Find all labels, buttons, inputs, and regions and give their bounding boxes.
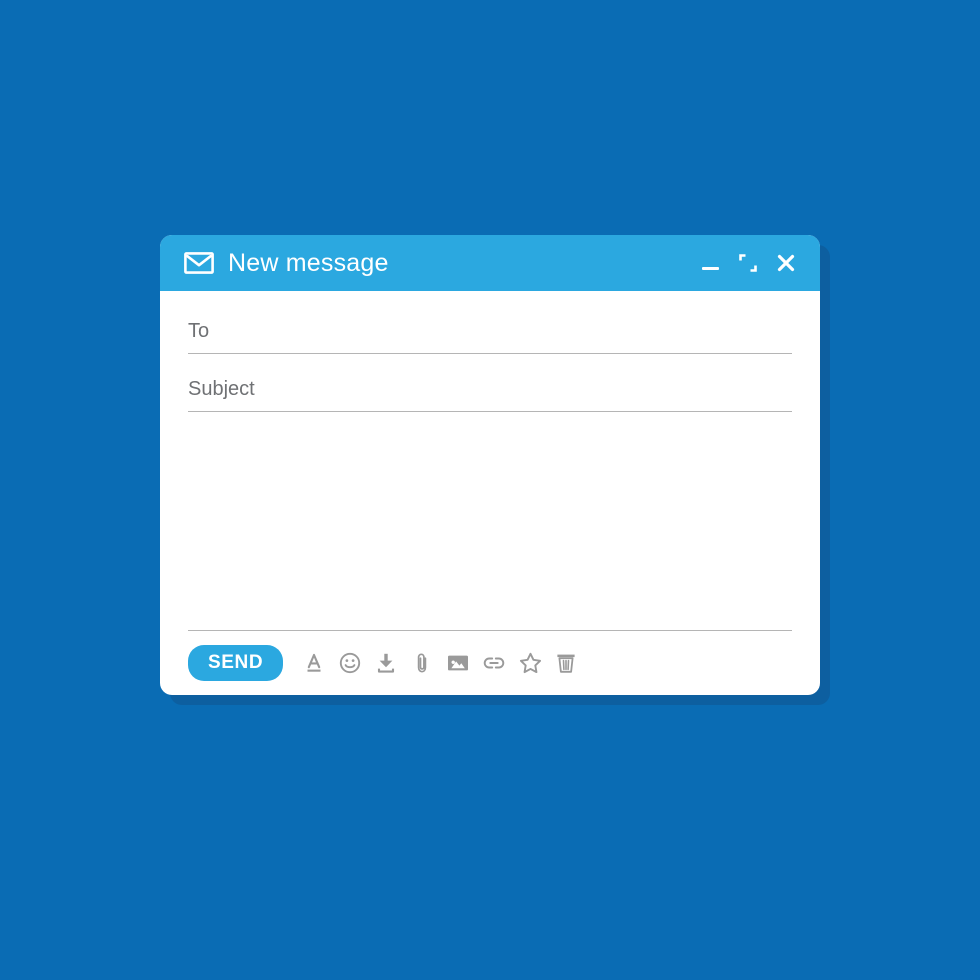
- message-body-input[interactable]: [188, 413, 792, 631]
- maximize-button[interactable]: [736, 251, 760, 275]
- attachment-icon: [417, 653, 427, 673]
- attachment-button[interactable]: [409, 650, 435, 676]
- image-icon: [448, 655, 469, 671]
- subject-input[interactable]: Subject: [188, 379, 255, 399]
- envelope-icon: [184, 252, 214, 274]
- star-icon: [519, 652, 541, 674]
- emoji-button[interactable]: [337, 650, 363, 676]
- trash-button[interactable]: [553, 650, 579, 676]
- window-title-bar[interactable]: New message: [160, 235, 820, 291]
- emoji-icon: [340, 652, 361, 674]
- text-format-icon: [307, 653, 321, 672]
- minimize-icon: [701, 266, 719, 270]
- recipient-field-row[interactable]: To: [188, 309, 792, 354]
- window-controls: [698, 251, 804, 275]
- link-icon: [483, 657, 505, 669]
- maximize-icon: [739, 254, 757, 272]
- compose-body: To Subject SEND: [160, 291, 820, 695]
- link-button[interactable]: [481, 650, 507, 676]
- compose-window: New message To Subject SEND: [160, 235, 820, 695]
- close-button[interactable]: [774, 251, 798, 275]
- download-icon: [378, 653, 395, 673]
- send-button[interactable]: SEND: [188, 645, 284, 681]
- compose-toolbar: SEND: [188, 631, 792, 695]
- toolbar-icon-group: [301, 650, 579, 676]
- page-title: New message: [228, 248, 389, 277]
- subject-field-row[interactable]: Subject: [188, 367, 792, 412]
- to-input[interactable]: To: [188, 321, 209, 341]
- trash-icon: [557, 654, 575, 673]
- download-button[interactable]: [373, 650, 399, 676]
- image-button[interactable]: [445, 650, 471, 676]
- minimize-button[interactable]: [698, 251, 722, 275]
- star-button[interactable]: [517, 650, 543, 676]
- close-icon: [777, 254, 795, 272]
- compose-window-container: New message To Subject SEND: [160, 235, 830, 705]
- text-format-button[interactable]: [301, 650, 327, 676]
